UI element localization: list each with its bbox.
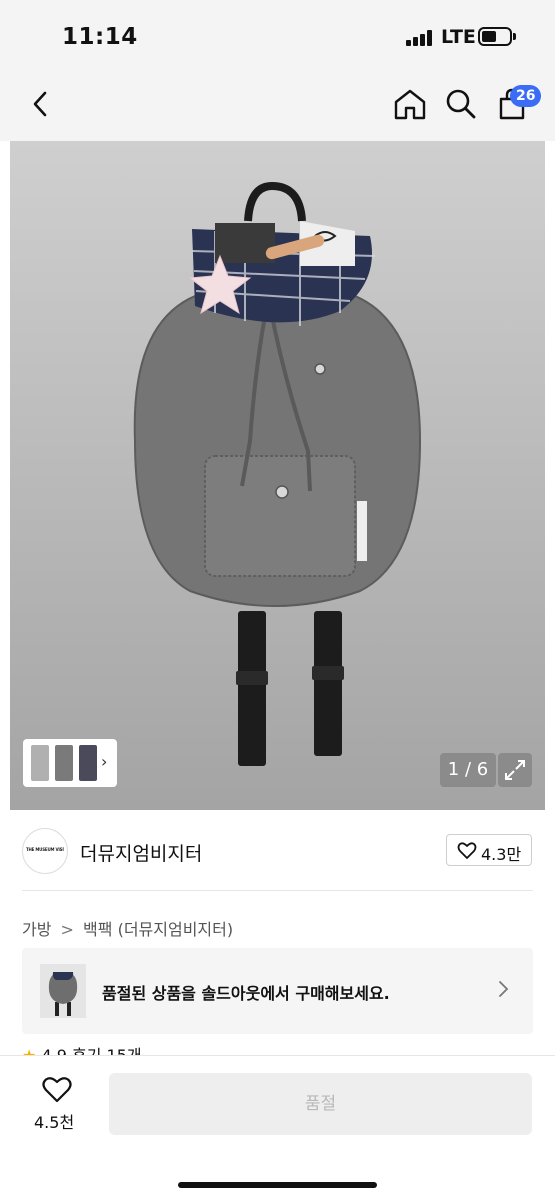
thumbnail-2[interactable] — [55, 745, 73, 781]
rating-row: ★ 4.9 후기 15개 — [22, 1042, 322, 1056]
cart-count-badge: 26 — [510, 85, 542, 107]
brand-logo[interactable]: THE MUSEUM VISITOR — [22, 828, 68, 874]
brand-row: THE MUSEUM VISITOR 더뮤지엄비지터 4.3만 — [0, 826, 555, 890]
home-indicator — [178, 1182, 377, 1188]
search-icon[interactable] — [445, 88, 477, 120]
brand-logo-text: THE MUSEUM VISITOR — [26, 847, 64, 852]
heart-outline-icon — [457, 842, 477, 859]
thumbnail-strip[interactable]: › — [23, 739, 117, 787]
soldout-banner[interactable]: 품절된 상품을 솔드아웃에서 구매해보세요. — [22, 948, 533, 1034]
product-image-gallery[interactable]: › 1 / 6 — [10, 141, 545, 810]
backpack-product-image — [133, 181, 422, 766]
status-time: 11:14 — [62, 24, 138, 50]
breadcrumb: 가방 > 백팩 (더뮤지엄비지터) — [22, 916, 233, 940]
wish-count: 4.5천 — [34, 1113, 75, 1132]
breadcrumb-item-backpack[interactable]: 백팩 (더뮤지엄비지터) — [83, 916, 233, 940]
status-bar: 11:14 LTE — [0, 0, 555, 70]
image-page-counter: 1 / 6 — [440, 753, 496, 787]
soldout-button[interactable]: 품절 — [109, 1073, 532, 1135]
brand-like-count: 4.3만 — [481, 845, 522, 864]
chevron-right-icon — [499, 981, 509, 997]
bottom-action-bar: 4.5천 품절 — [0, 1055, 555, 1200]
cellular-signal-icon — [406, 30, 434, 46]
expand-icon — [505, 760, 525, 780]
back-chevron-icon[interactable] — [30, 90, 50, 118]
expand-button[interactable] — [498, 753, 532, 787]
soldout-product-thumbnail — [40, 964, 86, 1018]
home-icon[interactable] — [393, 88, 427, 120]
divider — [22, 890, 533, 891]
top-nav-bar — [0, 70, 555, 141]
battery-icon — [478, 27, 512, 46]
brand-like-button[interactable]: 4.3만 — [446, 834, 532, 866]
heart-outline-icon[interactable] — [41, 1076, 73, 1104]
brand-name[interactable]: 더뮤지엄비지터 — [80, 839, 202, 866]
breadcrumb-item-bags[interactable]: 가방 — [22, 916, 51, 940]
breadcrumb-separator: > — [60, 920, 74, 939]
soldout-banner-text: 품절된 상품을 솔드아웃에서 구매해보세요. — [102, 984, 390, 1003]
thumbnail-1[interactable] — [31, 745, 49, 781]
thumbnail-3[interactable] — [79, 745, 97, 781]
network-type: LTE — [441, 26, 476, 48]
thumbnail-chevron-icon[interactable]: › — [101, 752, 107, 771]
